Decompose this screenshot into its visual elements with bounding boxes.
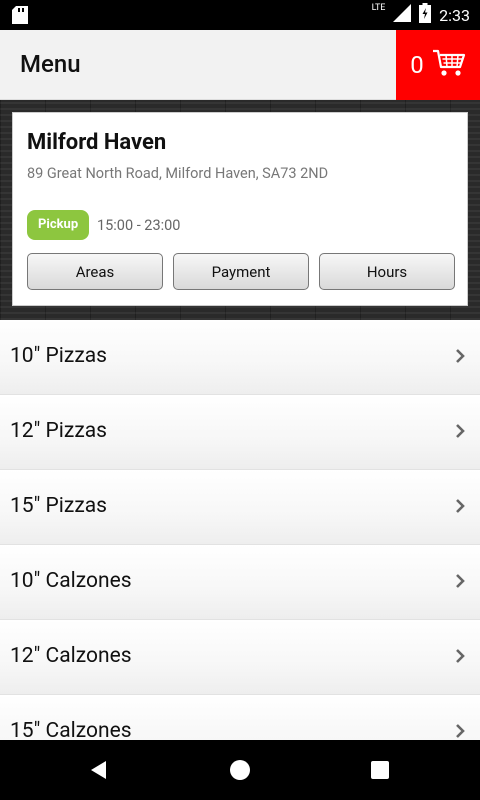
chevron-right-icon [452,498,468,514]
menu-item-label: 12" Pizzas [10,419,107,443]
menu-item[interactable]: 10" Pizzas [0,320,480,395]
network-type: LTE [371,3,386,13]
menu-item-label: 15" Pizzas [10,494,107,518]
battery-icon [419,3,432,27]
shopping-cart-icon [432,48,466,82]
recent-apps-icon[interactable] [368,758,392,782]
navigation-bar [0,740,480,800]
menu-item-label: 10" Calzones [10,569,132,593]
page-title: Menu [20,50,81,78]
sd-card-icon [12,6,28,24]
status-bar: LTE 2:33 [0,0,480,30]
hours-button[interactable]: Hours [319,253,455,290]
clock: 2:33 [439,5,470,25]
menu-item-label: 10" Pizzas [10,344,107,368]
store-hero: Milford Haven 89 Great North Road, Milfo… [0,100,480,320]
chevron-right-icon [452,723,468,739]
menu-item[interactable]: 10" Calzones [0,545,480,620]
areas-button[interactable]: Areas [27,253,163,290]
menu-item-label: 12" Calzones [10,644,132,668]
cart-count: 0 [410,51,424,79]
chevron-right-icon [452,423,468,439]
store-card: Milford Haven 89 Great North Road, Milfo… [12,112,468,306]
signal-icon [393,4,412,26]
menu-item[interactable]: 15" Pizzas [0,470,480,545]
back-icon[interactable] [88,758,112,782]
cart-button[interactable]: 0 [396,30,480,100]
status-right: LTE 2:33 [372,0,470,30]
payment-button[interactable]: Payment [173,253,309,290]
home-icon[interactable] [228,758,252,782]
app-bar: Menu 0 [0,30,480,100]
store-address: 89 Great North Road, Milford Haven, SA73… [27,165,329,182]
menu-item[interactable]: 12" Pizzas [0,395,480,470]
opening-hours: 15:00 - 23:00 [97,217,181,234]
pickup-badge: Pickup [27,210,90,240]
chevron-right-icon [452,573,468,589]
chevron-right-icon [452,348,468,364]
menu-list: 10" Pizzas 12" Pizzas 15" Pizzas 10" Cal… [0,320,480,770]
menu-item[interactable]: 12" Calzones [0,620,480,695]
store-name: Milford Haven [27,130,167,155]
chevron-right-icon [452,648,468,664]
